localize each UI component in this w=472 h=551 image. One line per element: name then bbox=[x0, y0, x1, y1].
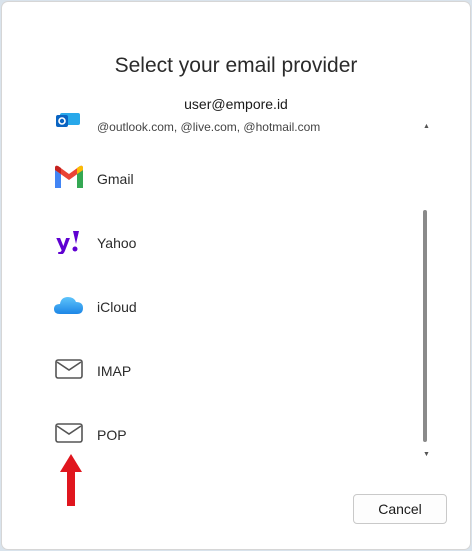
provider-item-imap[interactable]: IMAP bbox=[2, 346, 422, 396]
provider-label: Gmail bbox=[97, 171, 134, 187]
dialog-title: Select your email provider bbox=[114, 54, 358, 77]
provider-item-gmail[interactable]: Gmail bbox=[2, 154, 422, 204]
gmail-icon bbox=[52, 164, 86, 194]
provider-label: IMAP bbox=[97, 363, 132, 379]
provider-item-outlook[interactable]: @outlook.com, @live.com, @hotmail.com bbox=[2, 112, 422, 146]
cancel-button[interactable]: Cancel bbox=[353, 494, 447, 524]
svg-text:y: y bbox=[56, 231, 70, 254]
provider-label: iCloud bbox=[97, 299, 137, 315]
yahoo-icon: y bbox=[52, 228, 86, 258]
account-email: user@empore.id bbox=[184, 96, 288, 112]
provider-outlook-domains: @outlook.com, @live.com, @hotmail.com bbox=[97, 120, 321, 134]
provider-item-yahoo[interactable]: y Yahoo bbox=[2, 218, 422, 268]
red-arrow-annotation bbox=[60, 454, 82, 506]
scroll-up-arrow[interactable]: ▲ bbox=[423, 123, 430, 130]
provider-item-icloud[interactable]: iCloud bbox=[2, 282, 422, 332]
provider-item-pop[interactable]: POP bbox=[2, 410, 422, 460]
envelope-icon bbox=[52, 356, 86, 386]
email-provider-dialog: Select your email provider user@empore.i… bbox=[2, 2, 470, 549]
outlook-icon bbox=[52, 113, 86, 143]
icloud-icon bbox=[52, 292, 86, 322]
scroll-down-arrow[interactable]: ▼ bbox=[423, 451, 430, 458]
provider-label: Yahoo bbox=[97, 235, 137, 251]
provider-label: POP bbox=[97, 427, 127, 443]
provider-list: @outlook.com, @live.com, @hotmail.com Gm… bbox=[2, 112, 470, 472]
envelope-icon bbox=[52, 420, 86, 450]
scrollbar-thumb[interactable] bbox=[423, 210, 427, 442]
